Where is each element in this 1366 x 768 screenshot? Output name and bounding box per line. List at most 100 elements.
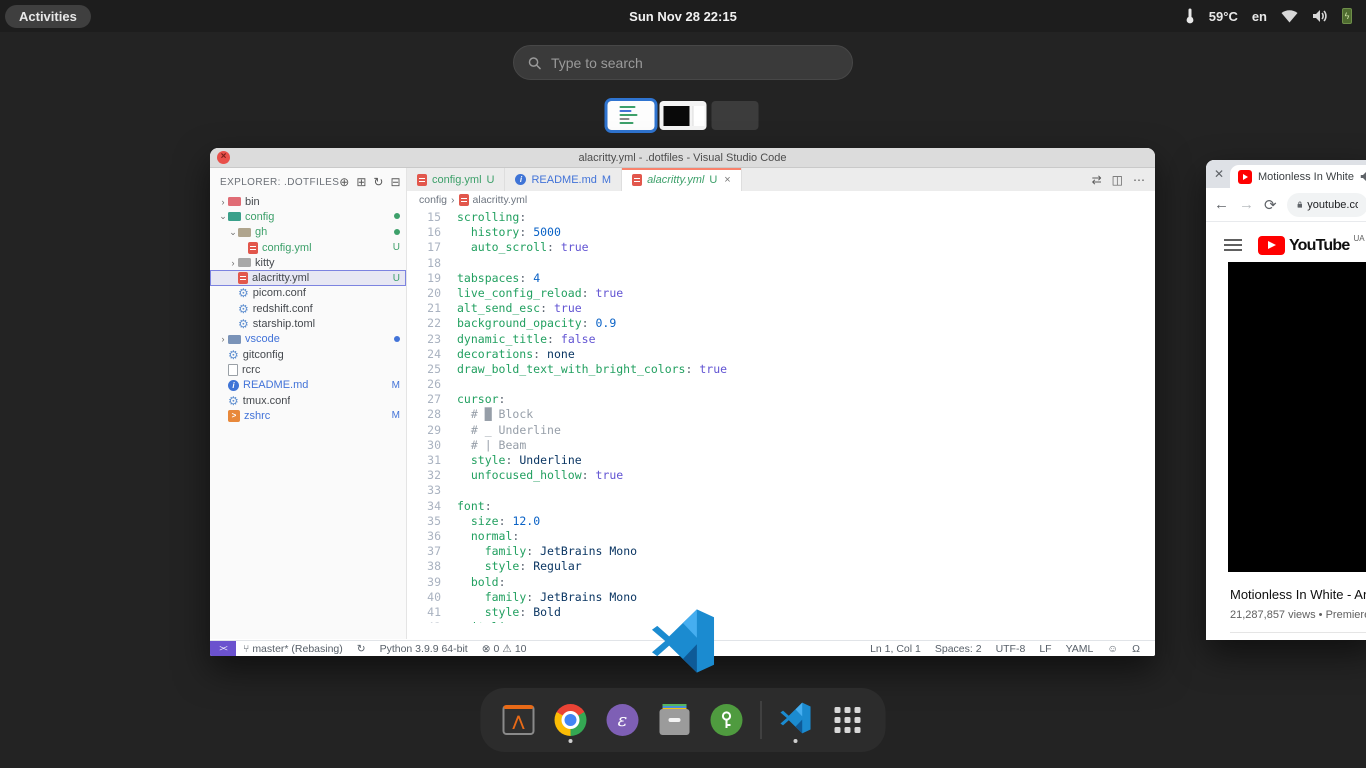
editor-area: config.ymlUiREADME.mdMalacritty.ymlU× ⇄ ◫ ⋯… [407, 168, 1155, 639]
workspace-thumbnail-youtube[interactable] [660, 101, 707, 130]
tree-item-zshrc[interactable]: >zshrcM [210, 408, 406, 423]
search-bar[interactable] [513, 45, 853, 80]
temperature-label: 59°C [1209, 9, 1238, 24]
tree-item-label: gh [255, 226, 267, 238]
line-number: 28 [407, 407, 441, 422]
vscode-window[interactable]: × alacritty.yml - .dotfiles - Visual Stu… [210, 148, 1155, 656]
code-editor[interactable]: 15scrolling:16 history: 500017 auto_scro… [407, 208, 1155, 623]
more-actions-icon[interactable]: ⋯ [1133, 173, 1145, 187]
youtube-logo[interactable]: YouTube UA [1258, 236, 1365, 255]
code-line: 25draw_bold_text_with_bright_colors: tru… [407, 362, 1155, 377]
split-editor-icon[interactable]: ◫ [1112, 173, 1123, 187]
git-status-badge: U [393, 273, 400, 284]
tree-item-alacritty.yml[interactable]: alacritty.ymlU [210, 270, 406, 285]
menu-icon[interactable] [1224, 239, 1242, 251]
breadcrumb-item[interactable]: alacritty.yml [473, 194, 528, 206]
system-status-area[interactable]: 59°C en ϟ [1185, 8, 1352, 24]
tab-git-badge: M [602, 174, 611, 186]
vscode-window-title: alacritty.yml - .dotfiles - Visual Studi… [578, 152, 786, 164]
close-window-icon[interactable]: × [217, 151, 230, 164]
file-tree: ›bin⌄config⌄ghconfig.ymlU›kittyalacritty… [210, 194, 406, 423]
tree-item-tmux.conf[interactable]: ⚙tmux.conf [210, 393, 406, 408]
video-player[interactable] [1228, 262, 1366, 572]
tree-item-config[interactable]: ⌄config [210, 209, 406, 224]
tab-audio-icon[interactable] [1360, 171, 1366, 182]
tree-item-picom.conf[interactable]: ⚙picom.conf [210, 286, 406, 301]
tree-item-starship.toml[interactable]: ⚙starship.toml [210, 316, 406, 331]
status-indentation[interactable]: Spaces: 2 [928, 643, 989, 655]
git-branch-status[interactable]: ⑂master* (Rebasing) [236, 643, 350, 655]
remote-indicator[interactable]: >< [210, 641, 236, 657]
sync-icon[interactable]: ↻ [350, 643, 373, 655]
python-interpreter[interactable]: Python 3.9.9 64-bit [373, 643, 475, 655]
chevron-icon: ⌄ [228, 227, 238, 238]
tree-item-label: config.yml [262, 242, 312, 254]
line-number: 38 [407, 559, 441, 574]
tab-config.yml[interactable]: config.ymlU [407, 168, 505, 191]
status-eol[interactable]: LF [1032, 643, 1058, 655]
status-language-mode[interactable]: YAML [1059, 643, 1101, 655]
tree-item-vscode[interactable]: ›vscode [210, 332, 406, 347]
breadcrumb-item[interactable]: config [419, 194, 447, 206]
address-bar[interactable]: youtube.com/wa [1287, 193, 1366, 217]
reload-button[interactable]: ⟳ [1264, 196, 1277, 214]
tree-item-rcrc[interactable]: rcrc [210, 362, 406, 377]
branch-label: master* (Rebasing) [252, 643, 342, 655]
status-encoding[interactable]: UTF-8 [989, 643, 1033, 655]
code-line: 15scrolling: [407, 210, 1155, 225]
dock-item-files[interactable] [657, 696, 693, 744]
git-status-dot [394, 227, 400, 238]
status-cursor-position[interactable]: Ln 1, Col 1 [863, 643, 928, 655]
gear-file-icon: ⚙ [228, 349, 239, 361]
back-button[interactable]: ← [1214, 196, 1229, 213]
clock[interactable]: Sun Nov 28 22:15 [629, 9, 737, 24]
open-changes-icon[interactable]: ⇄ [1092, 173, 1102, 187]
wifi-icon [1281, 10, 1298, 23]
tree-item-label: rcrc [242, 364, 260, 376]
collapse-folders-icon[interactable]: ⊟ [390, 175, 400, 189]
breadcrumb[interactable]: config›alacritty.yml [407, 191, 1155, 208]
dock-item-keepassxc[interactable] [709, 696, 745, 744]
workspace-thumbnail-empty[interactable] [712, 101, 759, 130]
tree-item-redshift.conf[interactable]: ⚙redshift.conf [210, 301, 406, 316]
forward-button[interactable]: → [1239, 196, 1254, 213]
code-line: 42 italic: [407, 620, 1155, 623]
line-number: 21 [407, 301, 441, 316]
close-tab-icon[interactable]: ✕ [1214, 167, 1224, 181]
divider [1230, 632, 1366, 633]
explorer-sidebar: EXPLORER: .DOTFILES ⊕⊞↻⊟⋯ ›bin⌄config⌄gh… [210, 168, 407, 639]
tree-item-bin[interactable]: ›bin [210, 194, 406, 209]
dock-item-vscode[interactable] [778, 696, 814, 744]
close-tab-icon[interactable]: × [724, 174, 730, 186]
tab-alacritty.yml[interactable]: alacritty.ymlU× [622, 168, 742, 191]
tree-item-gitconfig[interactable]: ⚙gitconfig [210, 347, 406, 362]
emacs-icon: ε [607, 704, 639, 736]
chrome-active-tab[interactable]: Motionless In White - [1230, 165, 1366, 188]
dock-item-app-grid[interactable] [830, 696, 866, 744]
dock-item-emacs[interactable]: ε [605, 696, 641, 744]
tab-README.md[interactable]: iREADME.mdM [505, 168, 622, 191]
refresh-explorer-icon[interactable]: ↻ [373, 175, 383, 189]
vscode-dock-icon [780, 702, 812, 739]
workspace-thumbnail-vscode[interactable] [608, 101, 655, 130]
dock-item-alacritty[interactable]: ⋀ [501, 696, 537, 744]
activities-button[interactable]: Activities [5, 5, 91, 28]
dock-item-chrome[interactable] [553, 696, 589, 744]
chrome-window[interactable]: ✕ Motionless In White - ← → ⟳ youtube.co… [1206, 160, 1366, 640]
tree-item-README.md[interactable]: iREADME.mdM [210, 378, 406, 393]
problems-status[interactable]: ⊗0⚠10 [475, 643, 534, 655]
new-file-icon[interactable]: ⊕ [339, 175, 349, 189]
new-folder-icon[interactable]: ⊞ [356, 175, 366, 189]
gnome-overview: Activities Sun Nov 28 22:15 59°C en ϟ × … [0, 0, 1366, 768]
battery-charging-icon: ϟ [1342, 8, 1352, 24]
notifications-bell-icon[interactable]: Ω [1125, 643, 1147, 655]
vscode-app-icon[interactable] [650, 608, 716, 674]
keyboard-layout-label[interactable]: en [1252, 9, 1267, 24]
tree-item-kitty[interactable]: ›kitty [210, 255, 406, 270]
tree-item-gh[interactable]: ⌄ gh [210, 225, 406, 240]
folder-icon [238, 228, 251, 237]
file-icon [228, 364, 238, 376]
feedback-icon[interactable]: ☺ [1100, 643, 1125, 655]
tree-item-config.yml[interactable]: config.ymlU [210, 240, 406, 255]
search-input[interactable] [551, 55, 838, 71]
